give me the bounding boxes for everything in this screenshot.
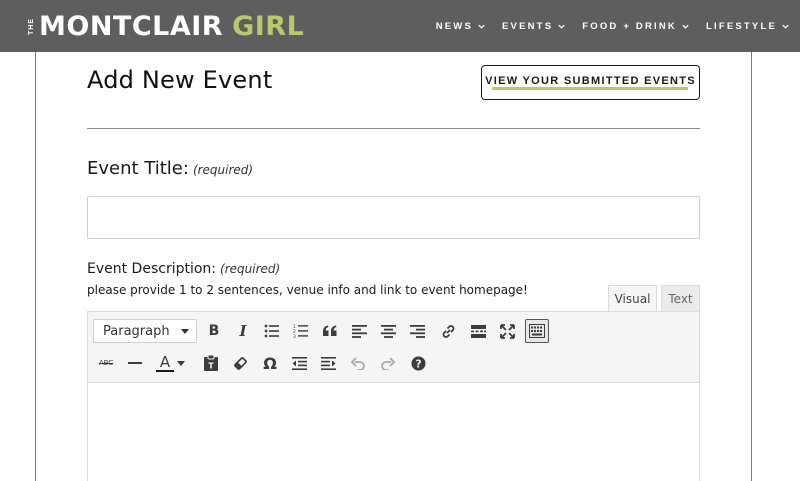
svg-text:?: ? [415,358,421,370]
site-header: THE MONTCLAIR GIRL NEWS EVENTS FOOD + DR… [0,0,800,52]
dropdown-arrow-icon [177,361,185,366]
align-left-icon [351,324,367,338]
redo-button[interactable] [375,351,399,375]
align-right-icon [409,324,425,338]
bold-icon: B [208,323,220,339]
strikethrough-icon: ABC [98,359,114,367]
bulleted-list-icon [264,324,279,338]
logo-main-text: MONTCLAIR [39,10,224,42]
numbered-list-icon: 123 [293,324,308,338]
special-character-icon: Ω [263,353,277,373]
event-title-label-text: Event Title: [87,158,189,179]
nav-label: EVENTS [502,20,554,32]
clear-formatting-button[interactable] [228,351,252,375]
description-editor: Paragraph B I 123 ABC A T Ω ? [87,311,700,481]
fullscreen-button[interactable] [495,319,519,343]
align-left-button[interactable] [347,319,371,343]
link-icon [442,324,454,338]
button-accent-underline [492,87,688,90]
format-select-value: Paragraph [103,323,170,339]
event-title-label: Event Title: (required) [87,158,253,179]
tab-text[interactable]: Text [661,285,700,312]
svg-text:T: T [208,362,214,371]
section-divider [87,128,700,129]
indent-button[interactable] [316,351,340,375]
content-border-left [35,52,36,481]
format-select[interactable]: Paragraph [93,319,197,343]
nav-label: NEWS [435,20,474,32]
toolbar-toggle-icon [529,324,545,338]
redo-icon [380,356,395,370]
chevron-down-icon [682,24,689,29]
logo-accent-text: GIRL [232,10,305,42]
content-border-right [751,52,752,481]
help-icon: ? [411,356,425,370]
read-more-button[interactable] [466,319,490,343]
horizontal-line-button[interactable] [123,351,147,375]
dropdown-arrow-icon [181,329,189,334]
numbered-list-button[interactable]: 123 [289,319,313,343]
paste-text-button[interactable]: T [199,351,223,375]
nav-item-events[interactable]: EVENTS [502,21,566,32]
chevron-down-icon [558,24,565,29]
nav-label: FOOD + DRINK [582,20,677,32]
blockquote-button[interactable] [318,319,342,343]
text-color-button[interactable]: A [152,351,188,375]
strikethrough-button[interactable]: ABC [94,351,118,375]
blockquote-icon [323,325,337,336]
help-button[interactable]: ? [406,351,430,375]
event-description-label: Event Description: (required) [87,261,280,277]
logo-the: THE [28,17,35,35]
outdent-button[interactable] [287,351,311,375]
nav-item-food-drink[interactable]: FOOD + DRINK [582,21,690,32]
required-note: (required) [220,262,281,276]
nav-item-news[interactable]: NEWS [436,21,486,32]
site-logo[interactable]: THE MONTCLAIR GIRL [28,6,304,46]
chevron-down-icon [782,24,789,29]
link-button[interactable] [436,319,460,343]
event-description-hint: please provide 1 to 2 sentences, venue i… [87,283,528,297]
event-title-input[interactable] [87,196,700,239]
clear-formatting-icon [233,356,247,370]
align-right-button[interactable] [405,319,429,343]
page-title: Add New Event [87,66,273,94]
text-color-letter: A [159,352,171,371]
view-submitted-events-button[interactable]: VIEW YOUR SUBMITTED EVENTS [481,65,700,100]
nav-item-lifestyle[interactable]: LIFESTYLE [706,21,790,32]
nav-label: LIFESTYLE [706,20,777,32]
bold-button[interactable]: B [202,319,226,343]
editor-content-area[interactable] [88,383,699,481]
svg-text:3: 3 [293,334,296,338]
align-center-icon [380,324,396,338]
outdent-icon [291,356,307,370]
read-more-icon [470,324,486,338]
tab-visual[interactable]: Visual [608,285,657,312]
fullscreen-icon [499,323,515,339]
horizontal-line-icon [128,362,142,364]
chevron-down-icon [478,24,485,29]
paste-text-icon: T [204,355,218,371]
undo-icon [350,356,365,370]
text-color-icon: A [156,352,174,372]
undo-button[interactable] [346,351,370,375]
italic-icon: I [239,322,247,340]
italic-button[interactable]: I [231,319,255,343]
special-character-button[interactable]: Ω [258,351,282,375]
align-center-button[interactable] [376,319,400,343]
main-nav: NEWS EVENTS FOOD + DRINK LIFESTYLE [436,0,790,52]
required-note: (required) [192,163,254,177]
indent-icon [320,356,336,370]
text-color-swatch [156,369,174,372]
editor-toolbar: Paragraph B I 123 ABC A T Ω ? [88,312,699,383]
toolbar-toggle-button[interactable] [525,319,549,343]
bulleted-list-button[interactable] [260,319,284,343]
event-description-label-text: Event Description: [87,261,217,277]
